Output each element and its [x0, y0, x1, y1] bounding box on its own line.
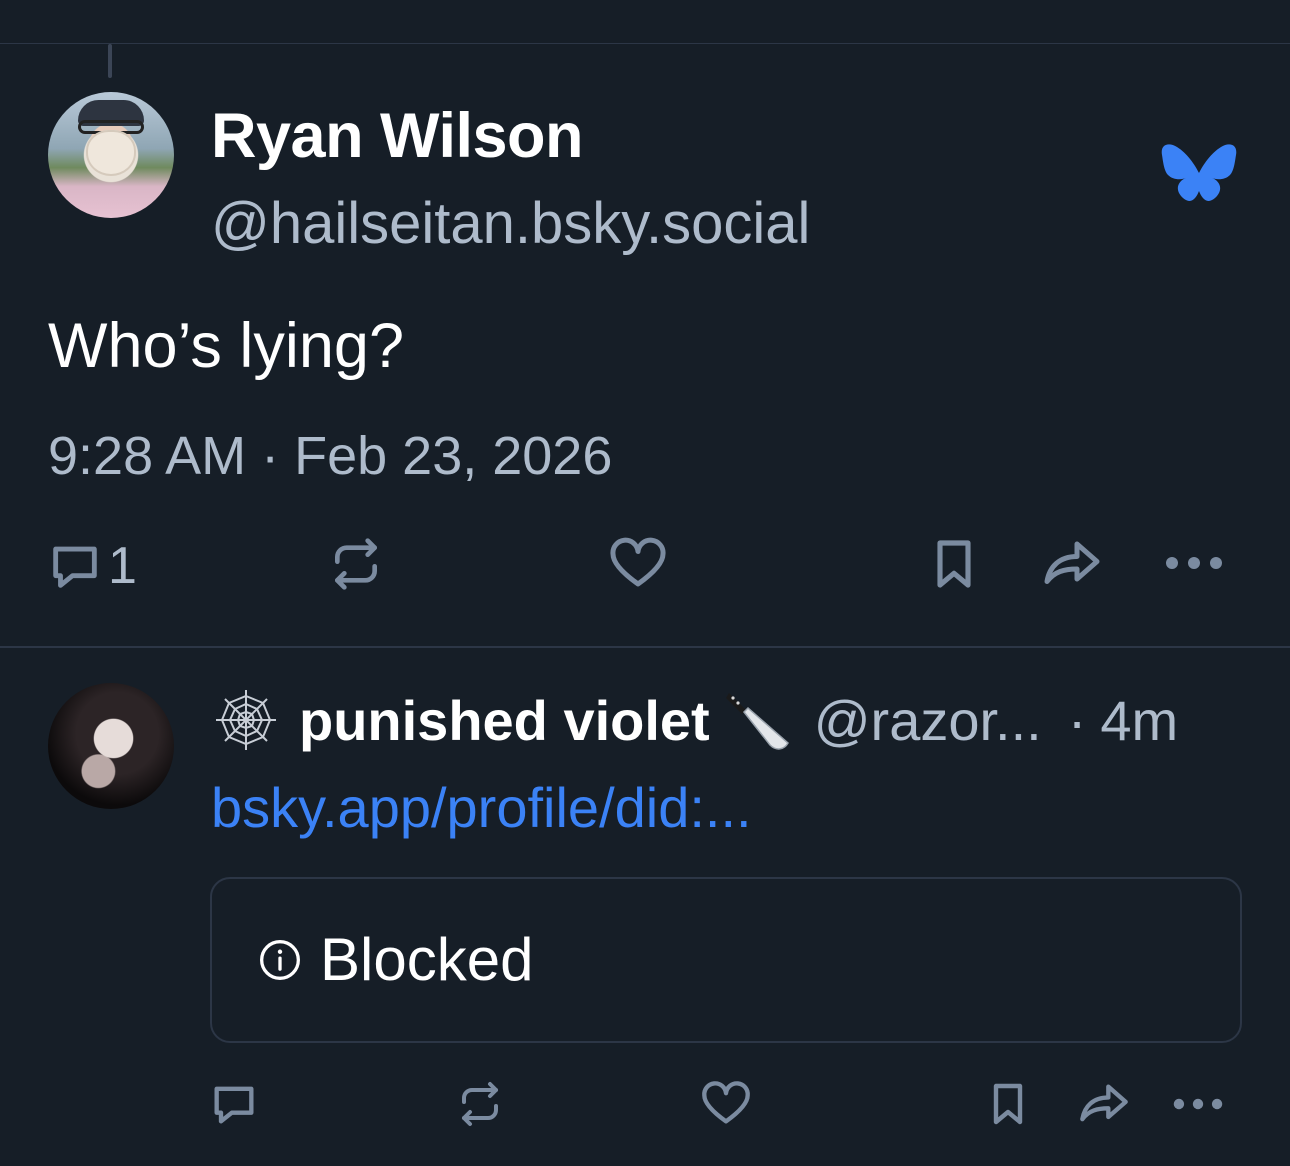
- reply-actions-bar: [0, 1072, 1290, 1136]
- bookmark-icon: [993, 1083, 1023, 1125]
- repost-button[interactable]: [328, 534, 384, 594]
- blocked-embed[interactable]: Blocked: [210, 877, 1242, 1043]
- post-timestamp: 9:28 AM · Feb 23, 2026: [48, 426, 613, 486]
- post-actions-bar: 1: [0, 530, 1290, 600]
- reply-bookmark-button[interactable]: [984, 1078, 1032, 1130]
- share-button[interactable]: [1040, 534, 1104, 594]
- repost-icon: [462, 1082, 498, 1126]
- heart-icon: [610, 537, 666, 587]
- more-dots-icon: [1166, 557, 1222, 569]
- repost-icon: [335, 538, 377, 590]
- post-thread-screen: Ryan Wilson @hailseitan.bsky.social Who’…: [0, 0, 1290, 1166]
- reply-count: 1: [108, 537, 137, 595]
- reply-icon: [53, 546, 97, 588]
- share-arrow-icon: [1080, 1084, 1128, 1122]
- reply-author-name[interactable]: punished violet: [299, 688, 710, 753]
- reply-reply-button[interactable]: [208, 1078, 260, 1130]
- reply-author-avatar[interactable]: [48, 683, 174, 809]
- share-arrow-icon: [1044, 541, 1100, 584]
- heart-icon: [702, 1081, 750, 1124]
- reply-more-options-button[interactable]: [1172, 1082, 1224, 1126]
- reply-header: punished violet @razor... · 4m: [211, 680, 1178, 760]
- reply-author-handle[interactable]: @razor...: [814, 688, 1042, 753]
- blocked-embed-content: Blocked: [258, 925, 533, 994]
- author-name[interactable]: Ryan Wilson: [211, 100, 583, 172]
- more-options-button[interactable]: [1164, 538, 1224, 588]
- blocked-label: Blocked: [320, 926, 534, 993]
- meta-separator: ·: [1067, 688, 1087, 752]
- reply-link[interactable]: bsky.app/profile/did:...: [211, 775, 752, 840]
- like-button[interactable]: [608, 534, 668, 594]
- author-handle[interactable]: @hailseitan.bsky.social: [211, 190, 810, 257]
- avatar-mask: [86, 130, 136, 176]
- reply-icon: [214, 1086, 254, 1124]
- reply-like-button[interactable]: [700, 1078, 752, 1130]
- bookmark-button[interactable]: [926, 534, 982, 594]
- author-avatar[interactable]: [48, 92, 174, 218]
- reply-repost-button[interactable]: [456, 1078, 504, 1130]
- post-divider: [0, 646, 1290, 648]
- top-divider: [0, 43, 1290, 44]
- info-icon: [260, 939, 300, 980]
- thread-connector-line: [108, 44, 112, 78]
- reply-share-button[interactable]: [1076, 1078, 1132, 1130]
- knife-icon: [725, 693, 789, 750]
- bluesky-butterfly-icon: [1161, 144, 1237, 201]
- post-text: Who’s lying?: [48, 311, 405, 381]
- reply-age[interactable]: 4m: [1100, 688, 1178, 753]
- spider-web-icon: [216, 690, 276, 750]
- reply-button[interactable]: 1: [46, 536, 137, 596]
- more-dots-icon: [1173, 1098, 1223, 1110]
- bookmark-icon: [937, 540, 971, 588]
